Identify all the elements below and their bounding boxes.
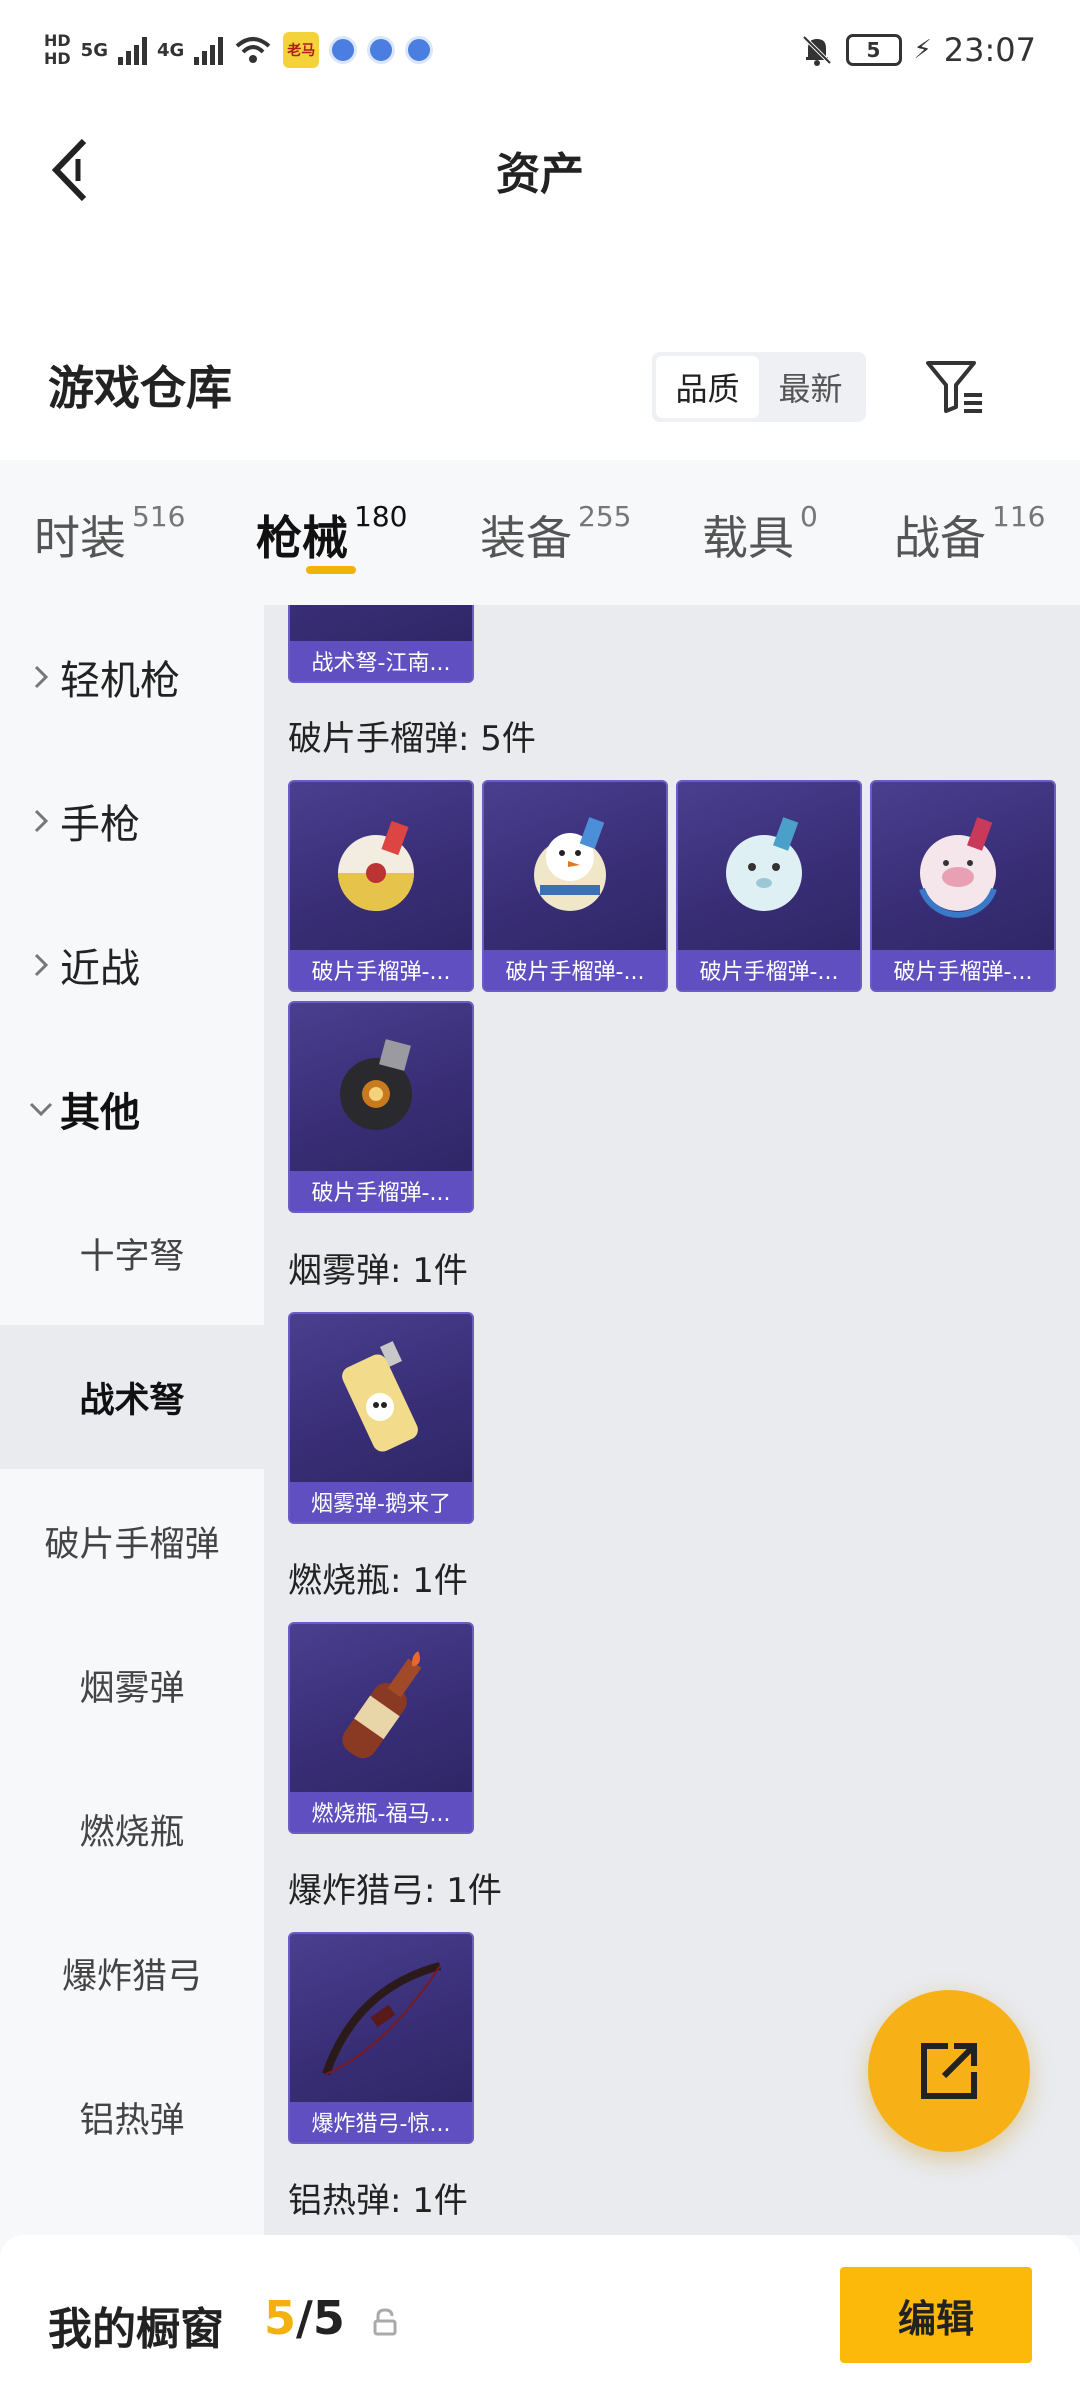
sidebar-item-smoke-grenade[interactable]: 烟雾弹 [0,1613,264,1757]
share-button[interactable] [868,1990,1030,2152]
sidebar-item-explosive-bow[interactable]: 爆炸猎弓 [0,1901,264,2045]
group-title: 烟雾弹: 1件 [288,1251,468,1291]
tab-fashion[interactable]: 时装 516 [34,500,185,568]
chevron-down-icon [28,1089,54,1129]
sidebar-item-frag-grenade[interactable]: 破片手榴弹 [0,1469,264,1613]
signal-icon [117,35,147,65]
wifi-icon [235,37,271,63]
sidebar-item-pistol[interactable]: 手枪 [0,749,264,893]
active-tab-indicator [306,566,356,574]
smoke-grenade-icon [290,1314,472,1482]
group-title: 破片手榴弹: 5件 [288,719,536,759]
sidebar-item-crossbow[interactable]: 十字弩 [0,1181,264,1325]
item-card[interactable]: 破片手榴弹-... [676,780,862,992]
filter-button[interactable] [920,352,990,422]
grenade-icon [290,1003,472,1171]
app-dot-icon [367,36,396,64]
share-icon [921,2043,977,2099]
tab-equipment[interactable]: 装备 255 [480,500,631,568]
battery-icon: 5 [845,34,902,66]
grenade-icon [290,782,472,950]
category-tabs: 时装 516 枪械 180 装备 255 载具 0 战备 116 [0,460,1080,605]
tab-vehicles[interactable]: 载具 0 [702,500,818,568]
item-card[interactable]: 燃烧瓶-福马... [288,1622,474,1834]
molotov-icon [290,1624,472,1792]
edit-button[interactable]: 编辑 [840,2267,1032,2363]
app-dot-icon [405,36,434,64]
sidebar-item-molotov[interactable]: 燃烧瓶 [0,1757,264,1901]
item-card[interactable]: 战术弩-江南... [288,605,474,683]
item-card[interactable]: 烟雾弹-鹅来了 [288,1312,474,1524]
network-4g: 4G [156,39,185,61]
status-left: HD HD 5G 4G 老马 [44,26,434,74]
sidebar-item-thermite[interactable]: 铝热弹 [0,2045,264,2189]
item-card[interactable]: 爆炸猎弓-惊... [288,1932,474,2144]
filter-icon [926,361,982,413]
signal-icon-2 [194,35,224,65]
sort-toggle: 品质 最新 [652,352,866,422]
page-title: 资产 [496,149,584,200]
item-card[interactable]: 破片手榴弹-... [288,1001,474,1213]
tab-weapons[interactable]: 枪械 180 [256,500,407,568]
showcase-count: 5/5 [264,2291,345,2345]
item-card[interactable]: 破片手榴弹-... [288,780,474,992]
chevron-right-icon [28,657,54,697]
chevron-right-icon [28,945,54,985]
header: 资产 游戏仓库 品质 最新 [0,100,1080,460]
grenade-icon [678,782,860,950]
status-right: 5 ⚡ 23:07 [800,26,1036,74]
sidebar: 轻机枪 手枪 近战 其他 十字弩 战术弩 破片手榴弹 烟雾弹 燃烧瓶 爆炸猎弓 … [0,605,264,2235]
bow-icon [290,1934,472,2102]
item-card[interactable]: 破片手榴弹-... [482,780,668,992]
sort-quality-button[interactable]: 品质 [656,356,759,418]
bell-muted-icon [802,35,831,66]
charging-icon: ⚡ [913,35,932,65]
sidebar-item-light-machine-gun[interactable]: 轻机枪 [0,605,264,749]
hd-icon: HD HD [44,31,71,68]
group-title: 燃烧瓶: 1件 [288,1561,468,1601]
app-dot-icon [329,36,358,64]
network-5g: 5G [80,39,108,61]
grenade-icon [872,782,1054,950]
status-bar: HD HD 5G 4G 老马 5 ⚡ 23:07 [0,0,1080,100]
chevron-right-icon [28,801,54,841]
app-badge-icon: 老马 [283,32,320,68]
section-title: 游戏仓库 [48,361,232,415]
bottom-bar: 我的橱窗 5/5 编辑 [0,2235,1080,2400]
sidebar-item-tactical-crossbow[interactable]: 战术弩 [0,1325,264,1469]
item-card[interactable]: 破片手榴弹-... [870,780,1056,992]
group-title: 爆炸猎弓: 1件 [288,1871,502,1911]
group-title: 铝热弹: 1件 [288,2181,468,2221]
sort-newest-button[interactable]: 最新 [759,356,862,418]
grenade-icon [484,782,666,950]
sidebar-item-other[interactable]: 其他 [0,1037,264,1181]
showcase-title: 我的橱窗 [48,2304,224,2355]
crossbow-icon [290,605,472,641]
lock-icon [373,2308,397,2336]
sidebar-item-melee[interactable]: 近战 [0,893,264,1037]
tab-supplies[interactable]: 战备 116 [894,500,1045,568]
status-time: 23:07 [943,31,1036,69]
